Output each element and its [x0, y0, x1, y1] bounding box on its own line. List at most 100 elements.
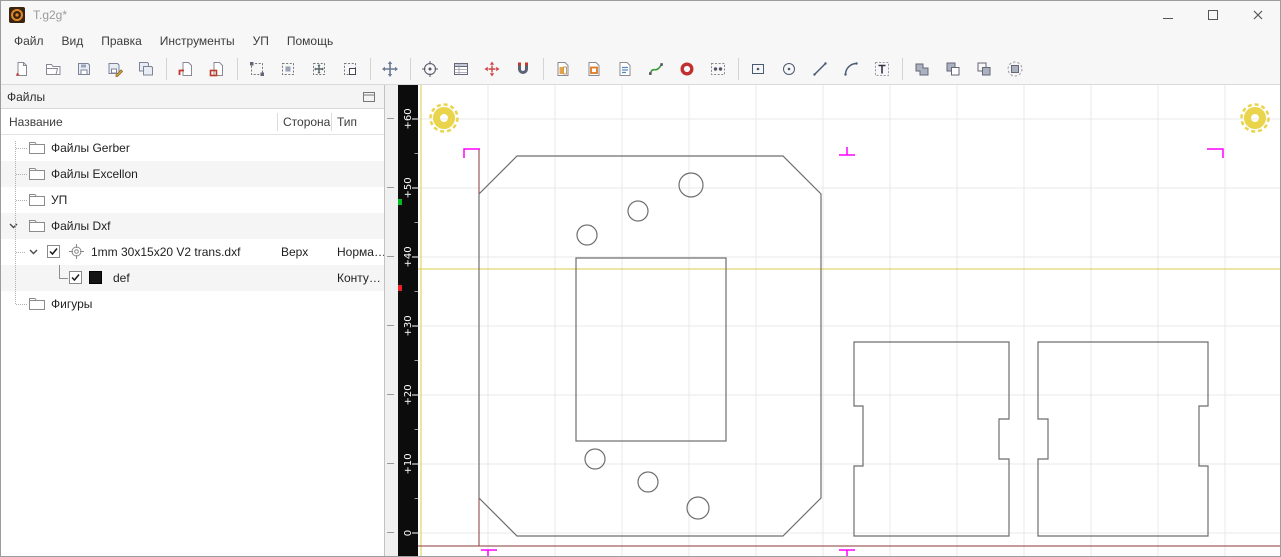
drill-layer-button[interactable]: [612, 56, 638, 82]
snap-magnet-icon: [518, 62, 528, 74]
zoom-selection-icon: [344, 62, 356, 75]
float-panel-button[interactable]: [360, 89, 378, 105]
main-area: Файлы Название Сторона Тип Файлы Gerber …: [1, 85, 1280, 556]
menu-help[interactable]: Помощь: [278, 31, 342, 51]
new-document-button[interactable]: [9, 56, 35, 82]
visibility-checkbox[interactable]: [69, 271, 82, 284]
window-title: T.g2g*: [33, 8, 68, 22]
job-table-icon: [454, 62, 468, 75]
minimize-button[interactable]: [1145, 1, 1190, 29]
ruler-label: 0: [403, 530, 414, 536]
draw-line-button[interactable]: [807, 56, 833, 82]
menu-file[interactable]: Файл: [5, 31, 53, 51]
menu-tools[interactable]: Инструменты: [151, 31, 244, 51]
column-name[interactable]: Название: [9, 115, 63, 129]
mirror-layer-button[interactable]: [550, 56, 576, 82]
job-table-button[interactable]: [448, 56, 474, 82]
tree-item-label: 1mm 30x15x20 V2 trans.dxf: [91, 245, 241, 259]
toolbar-separator: [166, 57, 167, 80]
toolbar-separator: [237, 57, 238, 80]
tree-branch-line: [16, 304, 27, 305]
polygon-subtract-button[interactable]: [940, 56, 966, 82]
save-all-button[interactable]: [133, 56, 159, 82]
open-folder-icon: [46, 63, 61, 75]
column-type[interactable]: Тип: [337, 115, 357, 129]
tree-item-label: Файлы Gerber: [51, 141, 130, 155]
open-file-button[interactable]: [40, 56, 66, 82]
close-button[interactable]: [1235, 1, 1280, 29]
polygon-outline-button[interactable]: [1002, 56, 1028, 82]
draw-rectangle-icon: [752, 63, 764, 74]
donut-pad-button[interactable]: [674, 56, 700, 82]
save-as-icon: [108, 62, 124, 77]
spline-tool-button[interactable]: [643, 56, 669, 82]
panel-splitter[interactable]: [385, 85, 398, 556]
zoom-window-icon: [282, 62, 294, 75]
mirror-layer-icon: [557, 61, 569, 76]
toolbar-separator: [370, 57, 371, 80]
save-as-button[interactable]: [102, 56, 128, 82]
draw-circle-button[interactable]: [776, 56, 802, 82]
draw-text-button[interactable]: [869, 56, 895, 82]
tree-row-excellon-folder[interactable]: Файлы Excellon: [1, 161, 384, 187]
set-origin-button[interactable]: [417, 56, 443, 82]
pan-view-button[interactable]: [377, 56, 403, 82]
zoom-extents-button[interactable]: [306, 56, 332, 82]
import-file-button[interactable]: [173, 56, 199, 82]
tree-item-label: Фигуры: [51, 297, 93, 311]
ruler-green-marker: [398, 199, 402, 205]
draw-arc-button[interactable]: [838, 56, 864, 82]
position-tool-button[interactable]: [479, 56, 505, 82]
expand-chevron-icon[interactable]: [29, 249, 38, 255]
polygon-xor-icon: [977, 62, 991, 75]
zoom-selection-button[interactable]: [337, 56, 363, 82]
toolbar-separator: [738, 57, 739, 80]
expand-chevron-icon[interactable]: [9, 223, 18, 229]
polygon-xor-button[interactable]: [971, 56, 997, 82]
menu-cnc[interactable]: УП: [244, 31, 278, 51]
zoom-extents-icon: [313, 62, 325, 75]
tree-branch-line: [15, 141, 16, 304]
menu-view[interactable]: Вид: [53, 31, 93, 51]
tree-branch-line: [59, 265, 60, 279]
layer-color-swatch[interactable]: [89, 271, 102, 284]
ruler-label: +60: [403, 108, 414, 129]
maximize-button[interactable]: [1190, 1, 1235, 29]
app-window: T.g2g* Файл Вид Правка Инструменты УП По…: [0, 0, 1281, 557]
toolbar-separator: [902, 57, 903, 80]
draw-circle-icon: [783, 62, 795, 75]
tree-branch-line: [16, 252, 25, 253]
tree-item-label: Файлы Dxf: [51, 219, 111, 233]
pad-array-button[interactable]: [705, 56, 731, 82]
tree-row-dxf-file[interactable]: 1mm 30x15x20 V2 trans.dxf Верх Норма…: [1, 239, 384, 265]
column-separator[interactable]: [277, 113, 278, 131]
tree-row-gerber-folder[interactable]: Файлы Gerber: [1, 135, 384, 161]
snap-magnet-button[interactable]: [510, 56, 536, 82]
canvas-viewport[interactable]: +60 +50 +40 +30 +20 +10 0: [398, 85, 1280, 556]
tree-row-cnc-folder[interactable]: УП: [1, 187, 384, 213]
visibility-checkbox[interactable]: [47, 245, 60, 258]
save-file-button[interactable]: [71, 56, 97, 82]
zoom-window-button[interactable]: [275, 56, 301, 82]
select-rect-button[interactable]: [244, 56, 270, 82]
copper-layer-button[interactable]: [581, 56, 607, 82]
tree-item-label: УП: [51, 193, 68, 207]
spline-tool-icon: [649, 62, 663, 75]
tree-row-shapes-folder[interactable]: Фигуры: [1, 291, 384, 317]
tree-row-dxf-folder[interactable]: Файлы Dxf: [1, 213, 384, 239]
column-side[interactable]: Сторона: [283, 115, 330, 129]
new-document-icon: [16, 61, 27, 76]
ruler-outer-ticks: [387, 118, 394, 534]
float-panel-icon: [363, 91, 375, 102]
draw-rectangle-button[interactable]: [745, 56, 771, 82]
column-separator[interactable]: [331, 113, 332, 131]
ruler-label: +50: [403, 177, 414, 198]
pan-view-icon: [382, 60, 398, 77]
position-tool-icon: [484, 61, 500, 76]
polygon-outline-icon: [1007, 61, 1023, 76]
draw-line-icon: [813, 61, 827, 76]
polygon-union-button[interactable]: [909, 56, 935, 82]
draw-arc-icon: [844, 61, 858, 76]
close-file-button[interactable]: [204, 56, 230, 82]
menu-edit[interactable]: Правка: [92, 31, 151, 51]
